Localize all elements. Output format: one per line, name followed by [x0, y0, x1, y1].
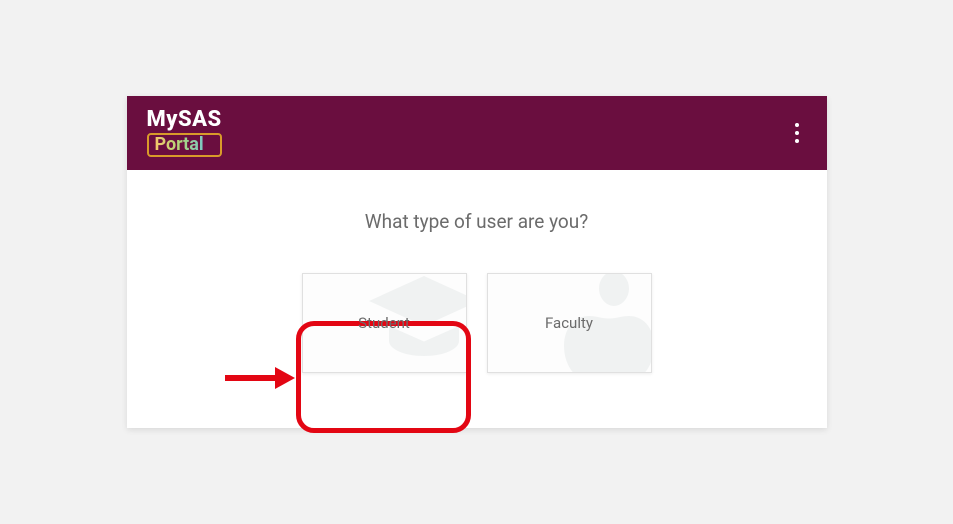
logo-bottom-text: Portal: [155, 134, 204, 155]
option-label: Student: [358, 314, 410, 332]
user-type-prompt: What type of user are you?: [157, 210, 797, 233]
vertical-dots-menu-icon[interactable]: [787, 115, 807, 151]
option-faculty[interactable]: Faculty: [487, 273, 652, 373]
logo: MySAS Portal: [147, 109, 222, 157]
option-student[interactable]: Student: [302, 273, 467, 373]
content-area: What type of user are you? Student Facul…: [127, 170, 827, 428]
user-type-options: Student Faculty: [157, 273, 797, 373]
logo-top-text: MySAS: [147, 109, 222, 131]
header-bar: MySAS Portal: [127, 96, 827, 170]
option-label: Faculty: [545, 314, 593, 332]
login-card: MySAS Portal What type of user are you? …: [127, 96, 827, 428]
logo-bottom-box: Portal: [147, 133, 222, 157]
